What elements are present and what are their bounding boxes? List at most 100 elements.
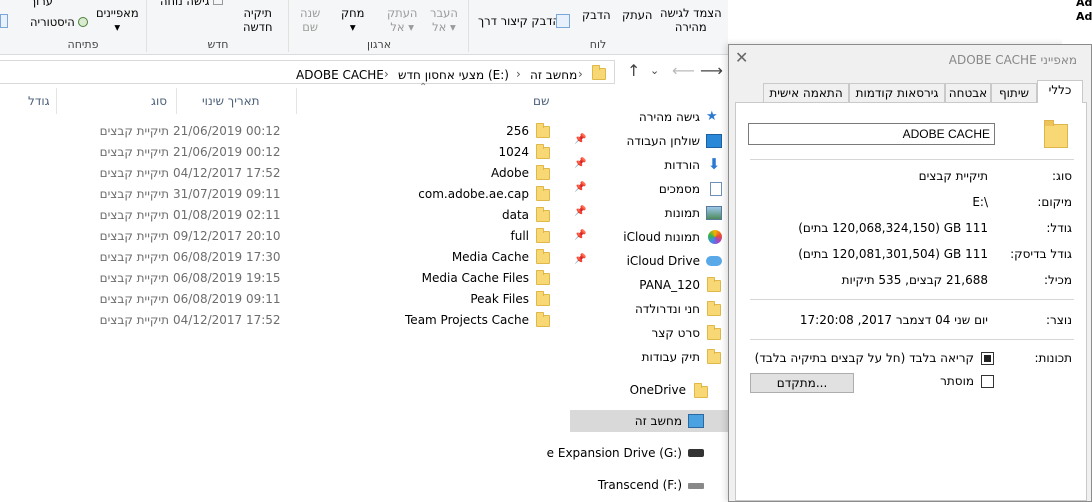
file-date: 06/08/2019 19:15 <box>173 271 281 285</box>
easy-access-button[interactable]: גישה נוחה <box>160 0 224 8</box>
organize-group-label: ארגון <box>366 38 392 51</box>
pin-icon: 📌 <box>574 230 587 241</box>
nav-drive-g[interactable]: e Expansion Drive (G:) <box>547 442 728 464</box>
pin-icon: 📌 <box>574 134 587 145</box>
new-folder-button[interactable]: תיקיה חדשה <box>243 6 272 34</box>
folder-icon <box>536 291 550 306</box>
history-button[interactable]: היסטוריה <box>30 15 89 29</box>
back-arrow-icon[interactable]: ⟶ <box>700 61 723 80</box>
tab-sharing[interactable]: שיתוף <box>991 83 1037 103</box>
recent-locations-chevron-icon[interactable]: ⌄ <box>650 64 659 77</box>
folder-icon <box>536 207 550 222</box>
file-row[interactable]: data 01/08/2019 02:11 תיקיית קבצים <box>0 205 560 226</box>
nav-pictures[interactable]: 📌 תמונות <box>570 202 728 224</box>
advanced-button[interactable]: מתקדם... <box>750 373 854 393</box>
file-date: 01/08/2019 02:11 <box>173 208 281 222</box>
folder-icon <box>707 301 721 316</box>
file-row[interactable]: 256 21/06/2019 00:12 תיקיית קבצים <box>0 121 560 142</box>
nav-downloads[interactable]: 📌 ⬇ הורדות <box>570 154 728 176</box>
file-date: 31/07/2019 09:11 <box>173 187 281 201</box>
nav-pana-120[interactable]: PANA_120 <box>570 274 728 296</box>
nav-quick-access[interactable]: ★ גישה מהירה <box>570 106 728 128</box>
rename-button[interactable]: שנה שם <box>300 6 320 34</box>
file-row[interactable]: full 09/12/2017 20:10 תיקיית קבצים <box>0 226 560 247</box>
pin-quick-access-label-2: מהירה <box>674 20 707 34</box>
background-text: Ad <box>1076 0 1092 9</box>
delete-button[interactable]: מחק ▾ <box>341 6 364 34</box>
close-icon[interactable]: ✕ <box>735 48 748 67</box>
breadcrumb-adobe-cache[interactable]: ADOBE CACHE <box>296 68 384 82</box>
tab-security[interactable]: אבטחה <box>945 83 991 103</box>
disk-size-label: גודל בדיסק: <box>1010 247 1072 261</box>
pin-icon: 📌 <box>574 182 587 193</box>
nav-label: גישה מהירה <box>638 110 700 124</box>
nav-label: מחשב זה <box>634 414 682 428</box>
properties-dialog: מאפייני ADOBE CACHE ✕ כללי שיתוף אבטחה ג… <box>728 44 1092 502</box>
folder-icon <box>1044 120 1068 148</box>
tab-previous-versions[interactable]: גירסאות קודמות <box>849 83 945 103</box>
file-date: 09/12/2017 20:10 <box>173 229 281 243</box>
disk-size-value: 111 GB (120,081,301,504 בתים) <box>798 247 988 261</box>
tab-customize[interactable]: התאמה אישית <box>763 83 849 103</box>
nav-folder[interactable]: חני ונדרולדה <box>570 298 728 320</box>
paste-label: הדבק <box>582 8 611 22</box>
attributes-label: תכונות: <box>1034 351 1072 365</box>
file-date: 21/06/2019 00:12 <box>173 124 281 138</box>
nav-label: e Expansion Drive (G:) <box>546 446 682 460</box>
pin-quick-access-button[interactable]: הצמד לגישה מהירה <box>660 6 722 34</box>
file-name: full <box>510 229 530 243</box>
breadcrumb-drive-e[interactable]: מצעי אחסון חדש (E:) <box>398 68 509 82</box>
nav-icloud-photos[interactable]: 📌 תמונות iCloud <box>570 226 728 248</box>
copy-to-button[interactable]: העתק אל ▾ <box>387 6 417 34</box>
file-name: Team Projects Cache <box>405 313 529 327</box>
folder-icon <box>536 270 550 285</box>
column-header-type[interactable]: סוג <box>151 94 167 108</box>
properties-button[interactable]: מאפיינים ▾ <box>96 6 139 34</box>
file-row[interactable]: Adobe 04/12/2017 17:52 תיקיית קבצים <box>0 163 560 184</box>
address-input[interactable]: › מחשב זה › מצעי אחסון חדש (E:) › ADOBE … <box>0 60 615 84</box>
folder-icon <box>536 144 550 159</box>
move-to-button[interactable]: העבר אל ▾ <box>430 6 458 34</box>
nav-desktop[interactable]: 📌 שולחן העבודה <box>570 130 728 152</box>
copy-to-label-2: אל ▾ <box>390 20 415 34</box>
breadcrumb-this-pc[interactable]: מחשב זה <box>530 68 577 82</box>
nav-drive-f[interactable]: Transcend (F:) <box>570 474 728 496</box>
nav-icloud-drive[interactable]: 📌 iCloud Drive <box>570 250 728 272</box>
paste-shortcut-button[interactable]: הדבק קיצור דרך <box>478 14 560 28</box>
edit-button[interactable]: ערוך <box>30 0 53 8</box>
nav-documents[interactable]: 📌 מסמכים <box>570 178 728 200</box>
nav-portfolio[interactable]: תיק עבודות <box>570 346 728 368</box>
background-window: Ad Ado <box>1062 0 1092 44</box>
nav-short-film[interactable]: סרט קצר <box>570 322 728 344</box>
file-date: 21/06/2019 00:12 <box>173 145 281 159</box>
column-header-size[interactable]: גודל <box>28 94 50 108</box>
copy-button[interactable]: העתק <box>622 8 652 22</box>
file-type: תיקיית קבצים <box>99 292 169 306</box>
file-row[interactable]: Team Projects Cache 04/12/2017 17:52 תיק… <box>0 310 560 331</box>
file-row[interactable]: com.adobe.ae.cap 31/07/2019 09:11 תיקיית… <box>0 184 560 205</box>
type-label: סוג: <box>1051 169 1072 183</box>
file-row[interactable]: Peak Files 06/08/2019 09:11 תיקיית קבצים <box>0 289 560 310</box>
dialog-title: מאפייני ADOBE CACHE <box>948 53 1077 67</box>
file-name: com.adobe.ae.cap <box>418 187 529 201</box>
chevron-right-icon: › <box>578 67 583 81</box>
folder-icon <box>536 312 550 327</box>
file-row[interactable]: Media Cache 06/08/2019 17:30 תיקיית קבצי… <box>0 247 560 268</box>
folder-name-input[interactable] <box>748 123 995 145</box>
hidden-checkbox[interactable] <box>981 375 994 388</box>
paste-button[interactable]: הדבק <box>582 8 611 22</box>
nav-onedrive[interactable]: OneDrive <box>570 379 728 401</box>
file-type: תיקיית קבצים <box>99 229 169 243</box>
up-arrow-icon[interactable]: ↑ <box>627 61 640 80</box>
readonly-checkbox[interactable] <box>981 352 994 365</box>
file-type: תיקיית קבצים <box>99 124 169 138</box>
tab-general[interactable]: כללי <box>1037 80 1083 103</box>
readonly-label: קריאה בלבד (חל על קבצים בתיקיה בלבד) <box>754 351 974 365</box>
file-row[interactable]: 1024 21/06/2019 00:12 תיקיית קבצים <box>0 142 560 163</box>
column-header-date[interactable]: תאריך שינוי <box>202 94 260 108</box>
forward-arrow-icon[interactable]: ⟵ <box>672 61 695 80</box>
file-row[interactable]: Media Cache Files 06/08/2019 19:15 תיקיי… <box>0 268 560 289</box>
hidden-label: מוסתר <box>940 374 974 388</box>
column-header-name[interactable]: שם <box>533 94 549 108</box>
nav-this-pc[interactable]: מחשב זה <box>570 410 728 432</box>
